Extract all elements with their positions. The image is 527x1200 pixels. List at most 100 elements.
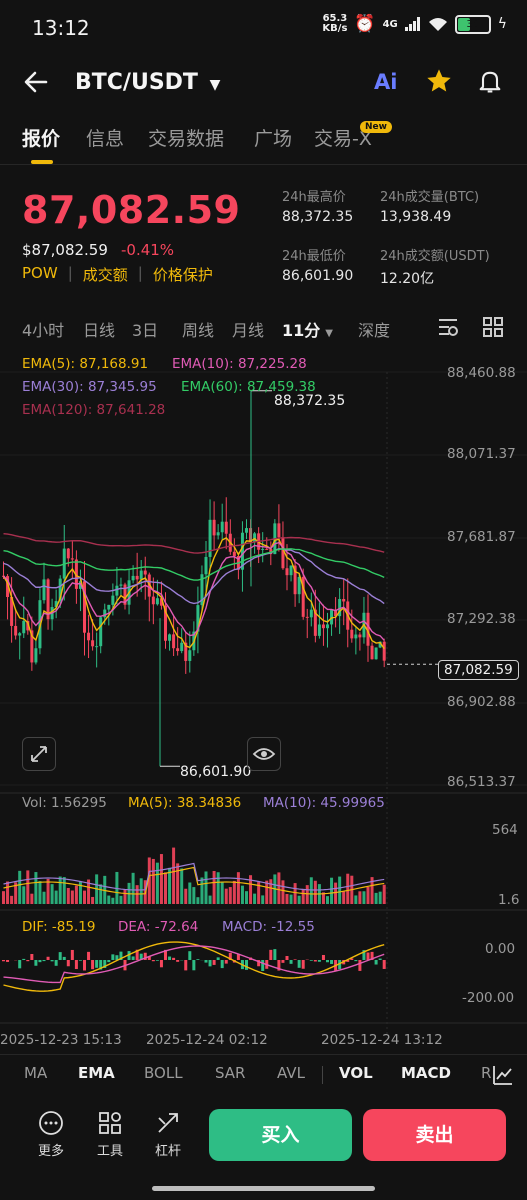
- macd-bar: [54, 960, 58, 966]
- tab-trading-data[interactable]: 交易数据: [148, 124, 224, 151]
- volume-bar: [305, 885, 309, 904]
- active-tab-indicator: [31, 160, 53, 164]
- price-axis-label: 87,292.38: [447, 611, 516, 627]
- indicator-boll[interactable]: BOLL: [144, 1064, 183, 1082]
- candle-body: [232, 551, 236, 557]
- macd-bar: [38, 960, 42, 963]
- period-1d[interactable]: 日线: [83, 317, 115, 341]
- candle-body: [143, 570, 147, 575]
- indicator-ma[interactable]: MA: [24, 1064, 47, 1082]
- tab-square[interactable]: 广场: [254, 124, 292, 151]
- volume-bar: [326, 896, 329, 904]
- ai-button[interactable]: Ai: [374, 70, 397, 94]
- volume-bar: [313, 880, 317, 904]
- macd-bar: [58, 952, 62, 960]
- fullscreen-button[interactable]: [22, 737, 56, 771]
- macd-bar: [172, 957, 176, 960]
- low-price-marker: 86,601.90: [180, 764, 252, 780]
- macd-bar: [382, 960, 386, 969]
- new-badge: New: [360, 121, 392, 133]
- volume-bar: [228, 887, 232, 904]
- price-axis-label: 86,513.37: [447, 774, 516, 790]
- macd-bar: [216, 957, 220, 960]
- candle-body: [277, 523, 281, 538]
- macd-bar: [74, 960, 78, 970]
- volume-bar: [54, 890, 58, 904]
- tab-quote[interactable]: 报价: [22, 124, 60, 151]
- macd-bar: [30, 953, 34, 960]
- volume-bar: [265, 880, 269, 904]
- ticker-links: POW | 成交额 | 价格保护: [22, 264, 213, 285]
- home-indicator[interactable]: [152, 1186, 375, 1191]
- signal-icon: [404, 17, 420, 31]
- grid-layout-icon[interactable]: [483, 317, 503, 337]
- charging-icon: ϟ: [497, 16, 507, 32]
- macd-bar: [42, 960, 46, 962]
- macd-bar: [66, 960, 70, 967]
- volume-bar: [285, 893, 289, 904]
- indicator-sar[interactable]: SAR: [215, 1064, 245, 1082]
- macd-bar: [107, 960, 111, 963]
- tab-info[interactable]: 信息: [86, 124, 124, 151]
- indicator-ema[interactable]: EMA: [78, 1064, 115, 1082]
- period-1m[interactable]: 月线: [232, 317, 264, 341]
- period-11m[interactable]: 11分 ▼: [282, 317, 333, 341]
- leverage-button[interactable]: 杠杆: [144, 1110, 192, 1159]
- buy-button[interactable]: 买入: [209, 1109, 352, 1161]
- period-4h[interactable]: 4小时: [22, 317, 64, 341]
- volume-bar: [30, 893, 34, 904]
- pair-selector[interactable]: BTC/USDT ▼: [75, 70, 220, 95]
- indicator-rsi[interactable]: R: [481, 1064, 491, 1082]
- volume-bar: [50, 884, 54, 904]
- volume-bar: [123, 889, 127, 904]
- indicator-settings-icon[interactable]: [492, 1064, 514, 1086]
- price-axis-label: 88,460.88: [447, 365, 516, 381]
- volume-bar: [220, 881, 224, 904]
- macd-bar: [95, 960, 99, 968]
- macd-bar: [159, 960, 163, 968]
- indicator-avl[interactable]: AVL: [277, 1064, 305, 1082]
- visibility-button[interactable]: [247, 737, 281, 771]
- candle-body: [224, 521, 228, 534]
- pow-link[interactable]: POW: [22, 264, 58, 285]
- candle-body: [119, 584, 123, 586]
- volume-bar: [111, 897, 115, 904]
- period-1w[interactable]: 周线: [182, 317, 214, 341]
- ema5-legend: EMA(5): 87,168.91: [22, 356, 149, 372]
- price-protection-link[interactable]: 价格保护: [153, 264, 213, 285]
- ema10-legend: EMA(10): 87,225.28: [172, 356, 307, 372]
- candle-body: [382, 641, 386, 661]
- alert-button[interactable]: [476, 67, 504, 99]
- volume-btc-value: 13,938.49: [380, 209, 452, 225]
- tools-icon: [99, 1112, 121, 1134]
- period-depth[interactable]: 深度: [358, 317, 390, 341]
- sell-button[interactable]: 卖出: [363, 1109, 506, 1161]
- more-button[interactable]: 更多: [27, 1110, 75, 1159]
- macd-bar: [208, 960, 212, 967]
- ema120-legend: EMA(120): 87,641.28: [22, 402, 166, 418]
- macd-bar: [236, 954, 240, 960]
- favorite-button[interactable]: [425, 67, 453, 99]
- indicator-vol[interactable]: VOL: [339, 1064, 373, 1082]
- volume-bar: [2, 891, 5, 904]
- volume-bar: [18, 870, 22, 904]
- indicator-macd[interactable]: MACD: [401, 1064, 451, 1082]
- candle-body: [172, 634, 176, 649]
- candle-body: [317, 624, 321, 636]
- macd-bar: [6, 960, 10, 962]
- candle-body: [220, 521, 224, 533]
- chart-settings-icon[interactable]: [437, 317, 459, 337]
- macd-bar: [131, 956, 135, 960]
- period-3d[interactable]: 3日: [132, 317, 158, 341]
- candle-body: [374, 647, 378, 660]
- candle-body: [321, 624, 325, 629]
- tools-button[interactable]: 工具: [86, 1110, 134, 1159]
- current-price-tag[interactable]: 87,082.59: [438, 660, 519, 680]
- back-button[interactable]: [22, 68, 52, 98]
- turnover-link[interactable]: 成交额: [83, 264, 128, 285]
- volume-bar: [74, 885, 78, 904]
- candle-body: [212, 519, 216, 536]
- candle-body: [87, 632, 91, 641]
- dif-legend: DIF: -85.19: [22, 919, 96, 935]
- volume-bar: [346, 873, 350, 904]
